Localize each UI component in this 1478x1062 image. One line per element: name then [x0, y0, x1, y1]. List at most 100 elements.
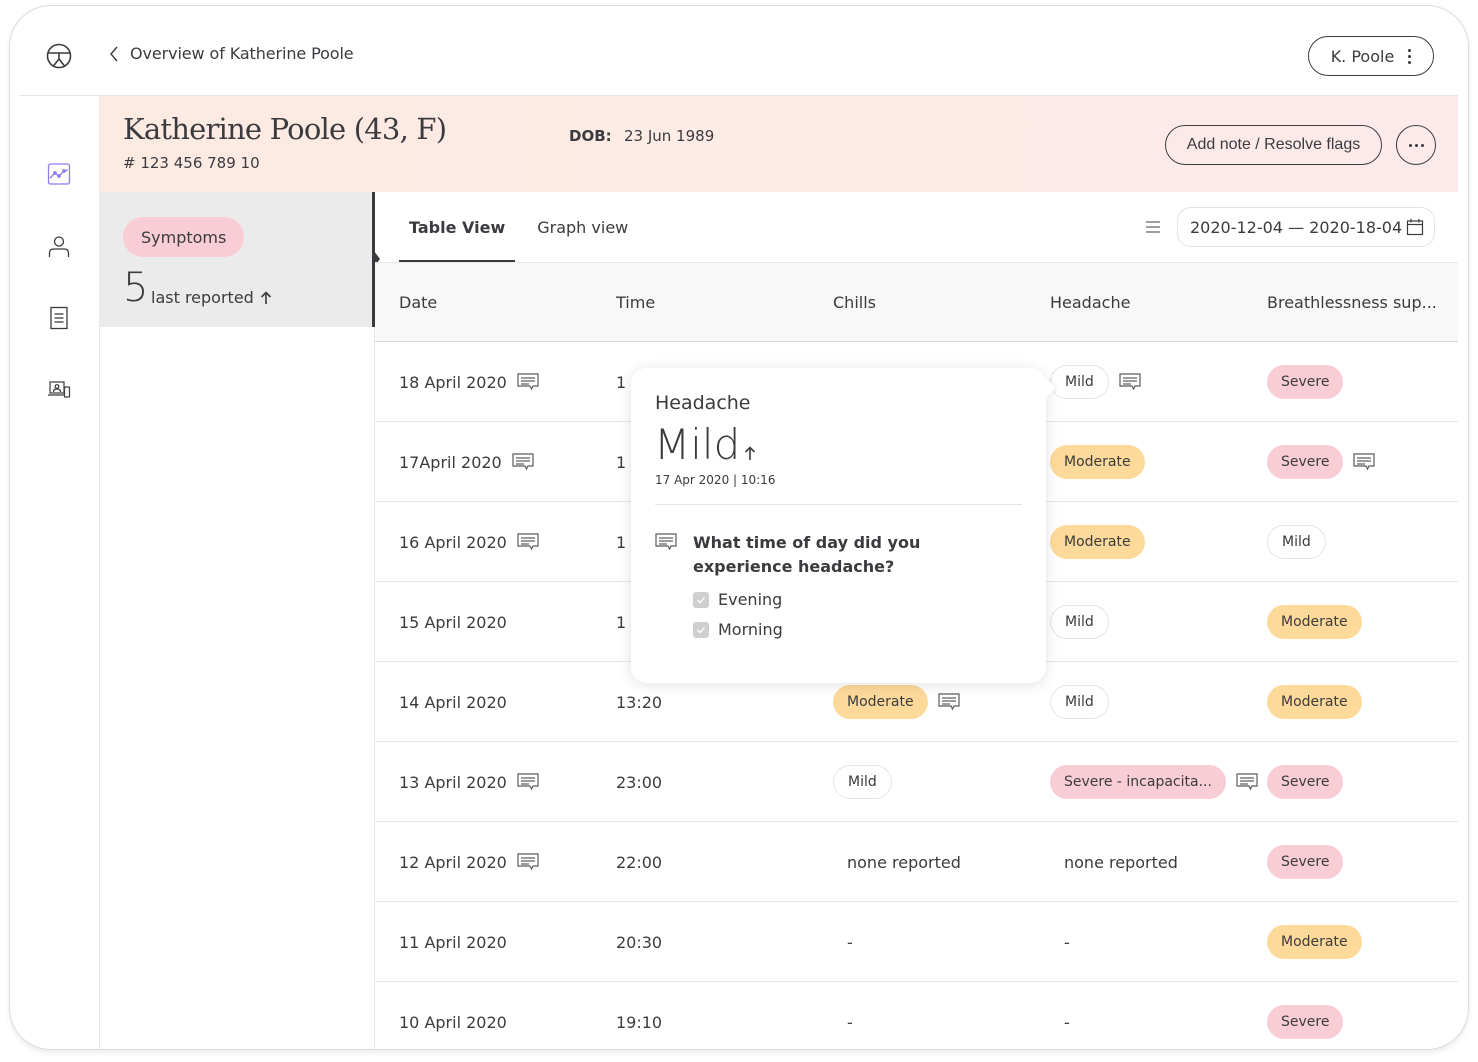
date-cell: 15 April 2020: [399, 582, 507, 662]
time-value: 1: [616, 532, 627, 552]
tab-table-view[interactable]: Table View: [399, 192, 516, 262]
cell-value: -: [1064, 932, 1070, 952]
message-icon[interactable]: [1236, 773, 1258, 791]
checkbox-checked-icon: [693, 591, 709, 608]
time-cell: 1: [616, 342, 626, 422]
severity-chip[interactable]: Moderate: [1050, 525, 1145, 559]
message-icon[interactable]: [517, 373, 539, 391]
message-icon[interactable]: [517, 773, 539, 791]
chills-cell: -: [833, 902, 853, 982]
user-menu-button[interactable]: K. Poole: [1308, 36, 1434, 76]
headache-cell: Moderate: [1050, 422, 1145, 502]
chart-icon[interactable]: [47, 162, 71, 186]
date-range-picker[interactable]: 2020-12-04 — 2020-18-04: [1177, 207, 1435, 247]
option-label: Evening: [718, 590, 783, 609]
arrow-up-icon: [745, 446, 756, 460]
breathlessness-cell: Severe: [1267, 342, 1344, 422]
severity-chip[interactable]: Mild: [1267, 525, 1326, 559]
column-header-breathlessness[interactable]: Breathlessness sup...: [1267, 293, 1437, 312]
time-cell: 1: [616, 582, 626, 662]
time-cell: 19:10: [616, 982, 663, 1049]
time-cell: 23:00: [616, 742, 662, 822]
back-link-label: Overview of Katherine Poole: [130, 44, 354, 63]
divider: [655, 504, 1022, 505]
severity-chip[interactable]: Mild: [833, 765, 892, 799]
category-card-symptoms[interactable]: Symptoms 5 last reported: [100, 192, 375, 327]
date-value: 15 April 2020: [399, 612, 507, 632]
time-cell: 20:30: [616, 902, 662, 982]
date-cell: 13 April 2020: [399, 742, 539, 822]
severity-chip[interactable]: Severe: [1267, 445, 1344, 479]
breathlessness-cell: Severe: [1267, 982, 1344, 1049]
person-icon[interactable]: [47, 234, 71, 258]
view-tabs: Table View Graph view: [399, 192, 650, 262]
table-row[interactable]: 11 April 2020 20:30 - - Moderate: [375, 902, 1458, 982]
date-cell: 18 April 2020: [399, 342, 539, 422]
date-cell: 14 April 2020: [399, 662, 507, 742]
date-value: 14 April 2020: [399, 692, 507, 712]
severity-chip[interactable]: Severe - incapacita...: [1050, 765, 1226, 799]
breathlessness-cell: Moderate: [1267, 902, 1362, 982]
severity-chip[interactable]: Severe: [1267, 365, 1344, 399]
more-options-button[interactable]: [1396, 125, 1436, 165]
time-value: 19:10: [616, 1012, 663, 1032]
headache-cell: Mild: [1050, 662, 1109, 742]
message-icon[interactable]: [517, 853, 539, 871]
breathlessness-cell: Severe: [1267, 742, 1344, 822]
date-value: 13 April 2020: [399, 772, 507, 792]
severity-chip[interactable]: Mild: [1050, 365, 1109, 399]
time-cell: 1: [616, 422, 626, 502]
headache-cell: none reported: [1050, 822, 1178, 902]
message-icon[interactable]: [517, 533, 539, 551]
message-icon[interactable]: [1353, 453, 1376, 471]
message-icon[interactable]: [512, 453, 534, 471]
date-range-value: 2020-12-04 — 2020-18-04: [1190, 217, 1403, 237]
severity-chip[interactable]: Moderate: [1267, 605, 1362, 639]
back-link[interactable]: Overview of Katherine Poole: [108, 44, 354, 63]
breathlessness-cell: Moderate: [1267, 662, 1362, 742]
column-header-chills[interactable]: Chills: [833, 293, 876, 312]
severity-chip[interactable]: Severe: [1267, 845, 1344, 879]
message-icon[interactable]: [937, 693, 960, 711]
severity-chip[interactable]: Mild: [1050, 605, 1109, 639]
column-header-time[interactable]: Time: [616, 293, 655, 312]
add-note-button[interactable]: Add note / Resolve flags: [1165, 125, 1382, 165]
cell-value: none reported: [1064, 852, 1178, 872]
severity-chip[interactable]: Mild: [1050, 685, 1109, 719]
cell-value: -: [847, 932, 853, 952]
checkbox-checked-icon: [693, 621, 709, 638]
table-row[interactable]: 10 April 2020 19:10 - - Severe: [375, 982, 1458, 1049]
document-icon[interactable]: [47, 306, 71, 330]
table-row[interactable]: 12 April 2020 22:00 none reported none r…: [375, 822, 1458, 902]
option-morning: Morning: [693, 620, 783, 639]
date-cell: 17April 2020: [399, 422, 534, 502]
severity-chip[interactable]: Moderate: [833, 685, 928, 719]
severity-chip[interactable]: Moderate: [1050, 445, 1145, 479]
column-header-headache[interactable]: Headache: [1050, 293, 1130, 312]
dob-value: 23 Jun 1989: [624, 127, 715, 145]
app-window: Overview of Katherine Poole K. Poole Kat…: [9, 5, 1469, 1050]
list-icon[interactable]: [1145, 220, 1161, 234]
cell-value: -: [1064, 1012, 1070, 1032]
message-icon[interactable]: [1119, 373, 1141, 391]
severity-chip[interactable]: Moderate: [1267, 685, 1362, 719]
chills-cell: -: [833, 982, 853, 1049]
table-row[interactable]: 13 April 2020 23:00 Mild Severe - incapa…: [375, 742, 1458, 822]
logo-icon: [46, 43, 72, 69]
time-cell: 22:00: [616, 822, 662, 902]
popover-title: Headache: [655, 392, 751, 414]
sidebar: [10, 96, 100, 1049]
date-cell: 10 April 2020: [399, 982, 507, 1049]
headache-cell: Severe - incapacita...: [1050, 742, 1258, 822]
column-header-date[interactable]: Date: [399, 293, 437, 312]
headache-cell: Mild: [1050, 342, 1141, 422]
tab-graph-view[interactable]: Graph view: [527, 192, 638, 262]
devices-icon[interactable]: [47, 378, 71, 402]
date-value: 12 April 2020: [399, 852, 507, 872]
user-name: K. Poole: [1330, 46, 1395, 66]
severity-chip[interactable]: Severe: [1267, 1005, 1344, 1039]
patient-name: Katherine Poole (43, F): [123, 112, 447, 146]
severity-chip[interactable]: Moderate: [1267, 925, 1362, 959]
severity-chip[interactable]: Severe: [1267, 765, 1344, 799]
calendar-icon: [1406, 219, 1424, 236]
